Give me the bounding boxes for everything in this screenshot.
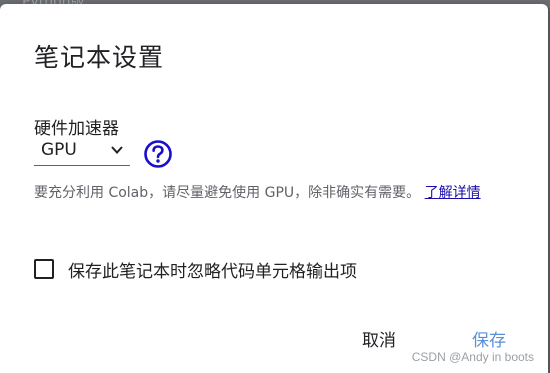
save-button[interactable]: 保存 [472,326,506,351]
dialog-title: 笔记本设置 [34,43,165,72]
hardware-accelerator-value: GPU [41,140,77,160]
omit-output-row: 保存此笔记本时忽略代码单元格输出项 [34,255,357,283]
omit-output-label: 保存此笔记本时忽略代码单元格输出项 [68,261,357,282]
chevron-down-icon [111,146,123,154]
cancel-button[interactable]: 取消 [362,326,396,351]
omit-output-checkbox[interactable] [34,259,54,279]
hardware-accelerator-select[interactable]: GPU [34,137,130,166]
gpu-usage-note: 要充分利用 Colab，请尽量避免使用 GPU，除非确实有需要。 了解详情 [34,180,524,206]
watermark: CSDN @Andy in boots [411,350,534,364]
notebook-settings-dialog: 笔记本设置 硬件加速器 GPU 要充分利用 Colab，请尽量避免使用 GPU，… [0,4,548,373]
question-circle-icon[interactable] [143,139,173,169]
hardware-accelerator-label: 硬件加速器 [34,119,119,139]
learn-more-link[interactable]: 了解详情 [425,185,481,201]
gpu-usage-note-text: 要充分利用 Colab，请尽量避免使用 GPU，除非确实有需要。 [34,185,421,201]
